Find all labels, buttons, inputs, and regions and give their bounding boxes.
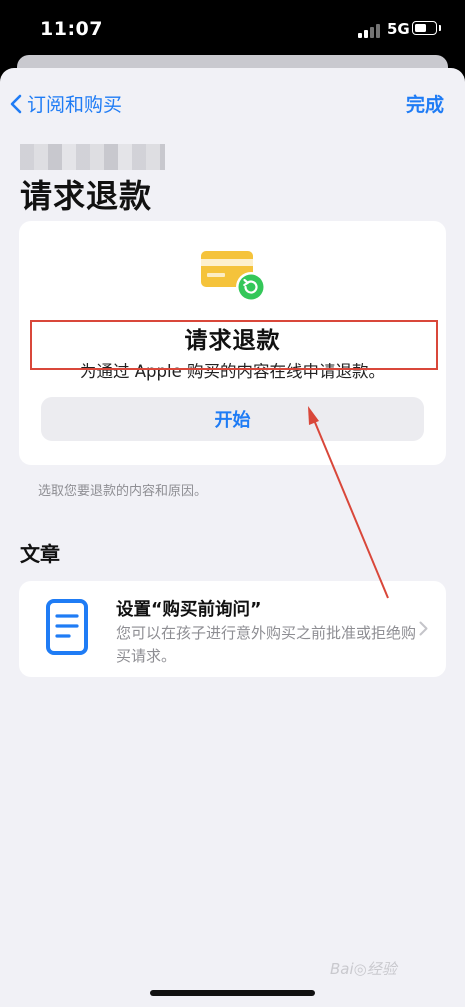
refund-sheet: 订阅和购买 完成 请求退款 请求退款 为通过 Apple 购买的内容在线申请退款…: [0, 68, 465, 1007]
done-button[interactable]: 完成: [406, 90, 444, 117]
page-title: 请求退款: [20, 177, 153, 215]
article-description: 您可以在孩子进行意外购买之前批准或拒绝购买请求。: [116, 624, 417, 665]
back-label: 订阅和购买: [27, 94, 123, 116]
chevron-left-icon: [10, 94, 22, 113]
credit-card-refund-icon: [201, 251, 266, 302]
signal-icon: [358, 22, 380, 38]
watermark: Bai◎经验: [330, 960, 397, 978]
status-bar: 11:07 5G: [0, 0, 465, 58]
document-icon: [46, 599, 88, 655]
chevron-right-icon: [419, 621, 428, 636]
article-ask-to-buy[interactable]: 设置“购买前询问” 您可以在孩子进行意外购买之前批准或拒绝购买请求。: [19, 581, 446, 677]
back-button[interactable]: 订阅和购买: [10, 90, 122, 117]
battery-icon: [412, 21, 441, 35]
blurred-account-info: [20, 144, 165, 170]
network-label: 5G: [387, 20, 410, 38]
annotation-highlight-box: [30, 320, 438, 370]
article-title: 设置“购买前询问”: [116, 600, 262, 620]
start-button[interactable]: 开始: [41, 397, 424, 441]
footer-note: 选取您要退款的内容和原因。: [38, 484, 208, 499]
status-time: 11:07: [40, 18, 103, 40]
home-indicator[interactable]: [150, 990, 315, 996]
articles-header: 文章: [20, 542, 60, 566]
